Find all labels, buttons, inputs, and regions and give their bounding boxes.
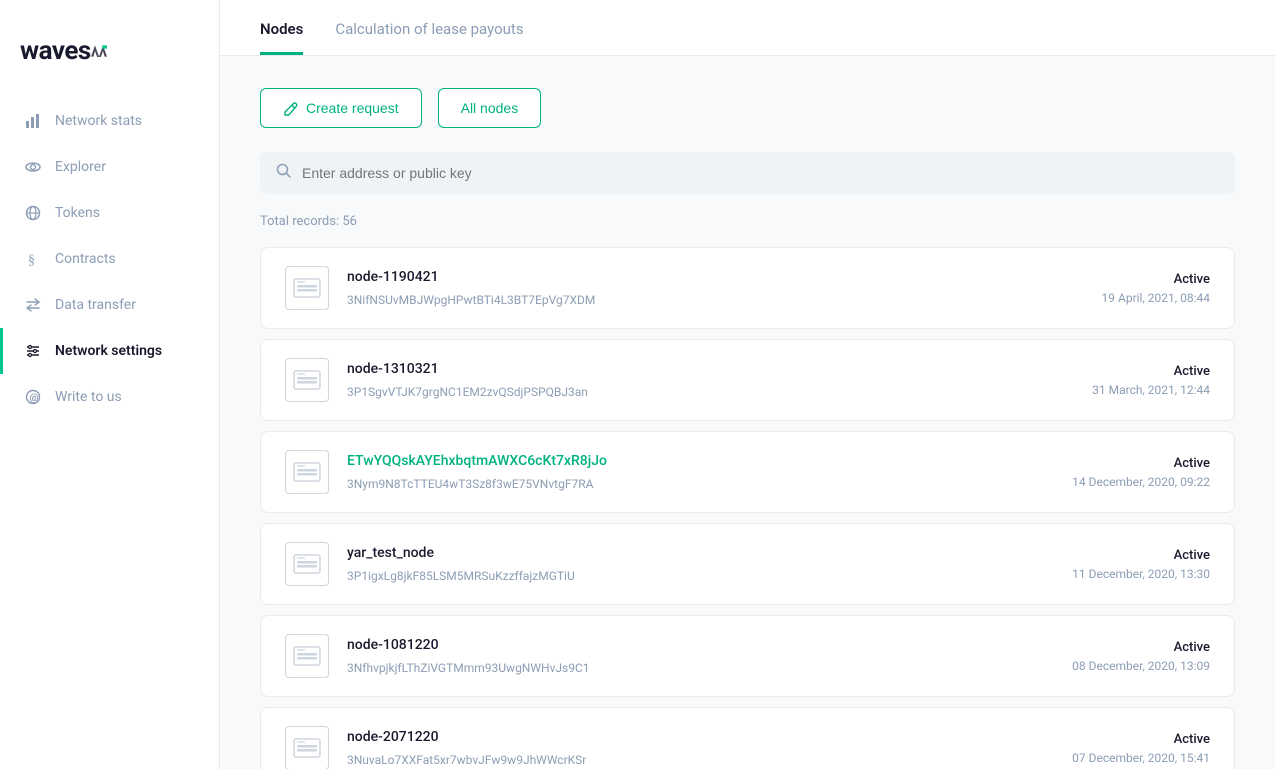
- node-name: node-1081220: [347, 637, 1054, 653]
- sidebar-item-label-tokens: Tokens: [55, 205, 100, 221]
- main-content: Nodes Calculation of lease payouts Creat…: [220, 0, 1275, 769]
- node-list: node-1190421 3NifNSUvMBJWpgHPwtBTi4L3BT7…: [260, 247, 1235, 769]
- node-name: node-2071220: [347, 729, 1054, 745]
- sidebar-item-write-to-us[interactable]: @ Write to us: [0, 374, 219, 420]
- section-icon: §: [23, 249, 43, 269]
- search-icon: [276, 163, 292, 183]
- node-status: Active 07 December, 2020, 15:41: [1072, 732, 1210, 765]
- sidebar-item-network-stats[interactable]: Network stats: [0, 98, 219, 144]
- status-label: Active: [1072, 640, 1210, 655]
- node-info: node-1081220 3NfhvpjkjfLThZiVGTMmm93UwgN…: [347, 637, 1054, 676]
- node-address: 3NifNSUvMBJWpgHPwtBTi4L3BT7EpVg7XDM: [347, 289, 1084, 308]
- content-area: Create request All nodes Total records: …: [220, 56, 1275, 769]
- node-address: 3NfhvpjkjfLThZiVGTMmm93UwgNWHvJs9C1: [347, 657, 1054, 676]
- svg-text:@: @: [30, 393, 39, 404]
- logo-text: waves: [20, 36, 91, 66]
- sidebar-item-explorer[interactable]: Explorer: [0, 144, 219, 190]
- transfer-icon: [23, 295, 43, 315]
- node-name: ETwYQQskAYEhxbqtmAWXC6cKt7xR8jJo: [347, 453, 1054, 469]
- node-card[interactable]: node-1310321 3P1SgvVTJK7grgNC1EM2zvQSdjP…: [260, 339, 1235, 421]
- status-label: Active: [1072, 456, 1210, 471]
- node-status: Active 31 March, 2021, 12:44: [1092, 364, 1210, 397]
- status-date: 14 December, 2020, 09:22: [1072, 475, 1210, 489]
- logo: waves: [0, 20, 219, 98]
- node-address: 3Nym9N8TcTTEU4wT3Sz8f3wE75VNvtgF7RA: [347, 473, 1054, 492]
- node-info: node-1310321 3P1SgvVTJK7grgNC1EM2zvQSdjP…: [347, 361, 1074, 400]
- node-info: yar_test_node 3P1igxLg8jkF85LSM5MRSuKzzf…: [347, 545, 1054, 584]
- sidebar: waves Network stats Ex: [0, 0, 220, 769]
- node-icon: [285, 726, 329, 769]
- status-date: 11 December, 2020, 13:30: [1072, 567, 1210, 581]
- status-date: 19 April, 2021, 08:44: [1102, 291, 1210, 305]
- node-name: node-1190421: [347, 269, 1084, 285]
- node-name: node-1310321: [347, 361, 1074, 377]
- eye-icon: [23, 157, 43, 177]
- all-nodes-label: All nodes: [461, 100, 519, 116]
- node-icon: [285, 358, 329, 402]
- node-status: Active 11 December, 2020, 13:30: [1072, 548, 1210, 581]
- tab-calculation[interactable]: Calculation of lease payouts: [335, 0, 523, 55]
- node-card[interactable]: node-1081220 3NfhvpjkjfLThZiVGTMmm93UwgN…: [260, 615, 1235, 697]
- status-label: Active: [1072, 732, 1210, 747]
- status-date: 31 March, 2021, 12:44: [1092, 383, 1210, 397]
- sidebar-item-label-write-to-us: Write to us: [55, 389, 122, 405]
- create-request-label: Create request: [306, 100, 399, 116]
- write-icon: @: [23, 387, 43, 407]
- all-nodes-button[interactable]: All nodes: [438, 88, 542, 128]
- sidebar-item-label-explorer: Explorer: [55, 159, 106, 175]
- sidebar-item-label-network-settings: Network settings: [55, 343, 162, 359]
- sidebar-item-tokens[interactable]: Tokens: [0, 190, 219, 236]
- node-card[interactable]: node-2071220 3NuvaLo7XXFat5xr7wbvJFw9w9J…: [260, 707, 1235, 769]
- node-card[interactable]: ETwYQQskAYEhxbqtmAWXC6cKt7xR8jJo 3Nym9N8…: [260, 431, 1235, 513]
- sidebar-item-label-network-stats: Network stats: [55, 113, 142, 129]
- nav-menu: Network stats Explorer Tokens: [0, 98, 219, 420]
- status-date: 08 December, 2020, 13:09: [1072, 659, 1210, 673]
- waves-logo-icon: [91, 45, 107, 57]
- tabs-bar: Nodes Calculation of lease payouts: [220, 0, 1275, 56]
- node-address: 3P1SgvVTJK7grgNC1EM2zvQSdjPSPQBJ3an: [347, 381, 1074, 400]
- action-bar: Create request All nodes: [260, 88, 1235, 128]
- status-label: Active: [1072, 548, 1210, 563]
- sidebar-item-label-data-transfer: Data transfer: [55, 297, 136, 313]
- create-request-button[interactable]: Create request: [260, 88, 422, 128]
- node-name: yar_test_node: [347, 545, 1054, 561]
- search-input[interactable]: [302, 165, 1219, 181]
- total-records: Total records: 56: [260, 214, 1235, 229]
- node-address: 3NuvaLo7XXFat5xr7wbvJFw9w9JhWWcrKSr: [347, 749, 1054, 768]
- node-info: ETwYQQskAYEhxbqtmAWXC6cKt7xR8jJo 3Nym9N8…: [347, 453, 1054, 492]
- node-icon: [285, 634, 329, 678]
- node-icon: [285, 450, 329, 494]
- node-card[interactable]: node-1190421 3NifNSUvMBJWpgHPwtBTi4L3BT7…: [260, 247, 1235, 329]
- bar-chart-icon: [23, 111, 43, 131]
- node-card[interactable]: yar_test_node 3P1igxLg8jkF85LSM5MRSuKzzf…: [260, 523, 1235, 605]
- node-status: Active 19 April, 2021, 08:44: [1102, 272, 1210, 305]
- svg-text:§: §: [28, 253, 35, 267]
- sidebar-item-label-contracts: Contracts: [55, 251, 116, 267]
- pencil-icon: [283, 101, 298, 116]
- tab-nodes[interactable]: Nodes: [260, 0, 303, 55]
- status-label: Active: [1092, 364, 1210, 379]
- node-status: Active 08 December, 2020, 13:09: [1072, 640, 1210, 673]
- sidebar-item-contracts[interactable]: § Contracts: [0, 236, 219, 282]
- node-icon: [285, 542, 329, 586]
- settings-icon: [23, 341, 43, 361]
- search-bar: [260, 152, 1235, 194]
- sidebar-item-network-settings[interactable]: Network settings: [0, 328, 219, 374]
- node-address: 3P1igxLg8jkF85LSM5MRSuKzzffajzMGTiU: [347, 565, 1054, 584]
- sidebar-item-data-transfer[interactable]: Data transfer: [0, 282, 219, 328]
- status-date: 07 December, 2020, 15:41: [1072, 751, 1210, 765]
- node-info: node-1190421 3NifNSUvMBJWpgHPwtBTi4L3BT7…: [347, 269, 1084, 308]
- node-status: Active 14 December, 2020, 09:22: [1072, 456, 1210, 489]
- node-info: node-2071220 3NuvaLo7XXFat5xr7wbvJFw9w9J…: [347, 729, 1054, 768]
- node-icon: [285, 266, 329, 310]
- status-label: Active: [1102, 272, 1210, 287]
- circle-icon: [23, 203, 43, 223]
